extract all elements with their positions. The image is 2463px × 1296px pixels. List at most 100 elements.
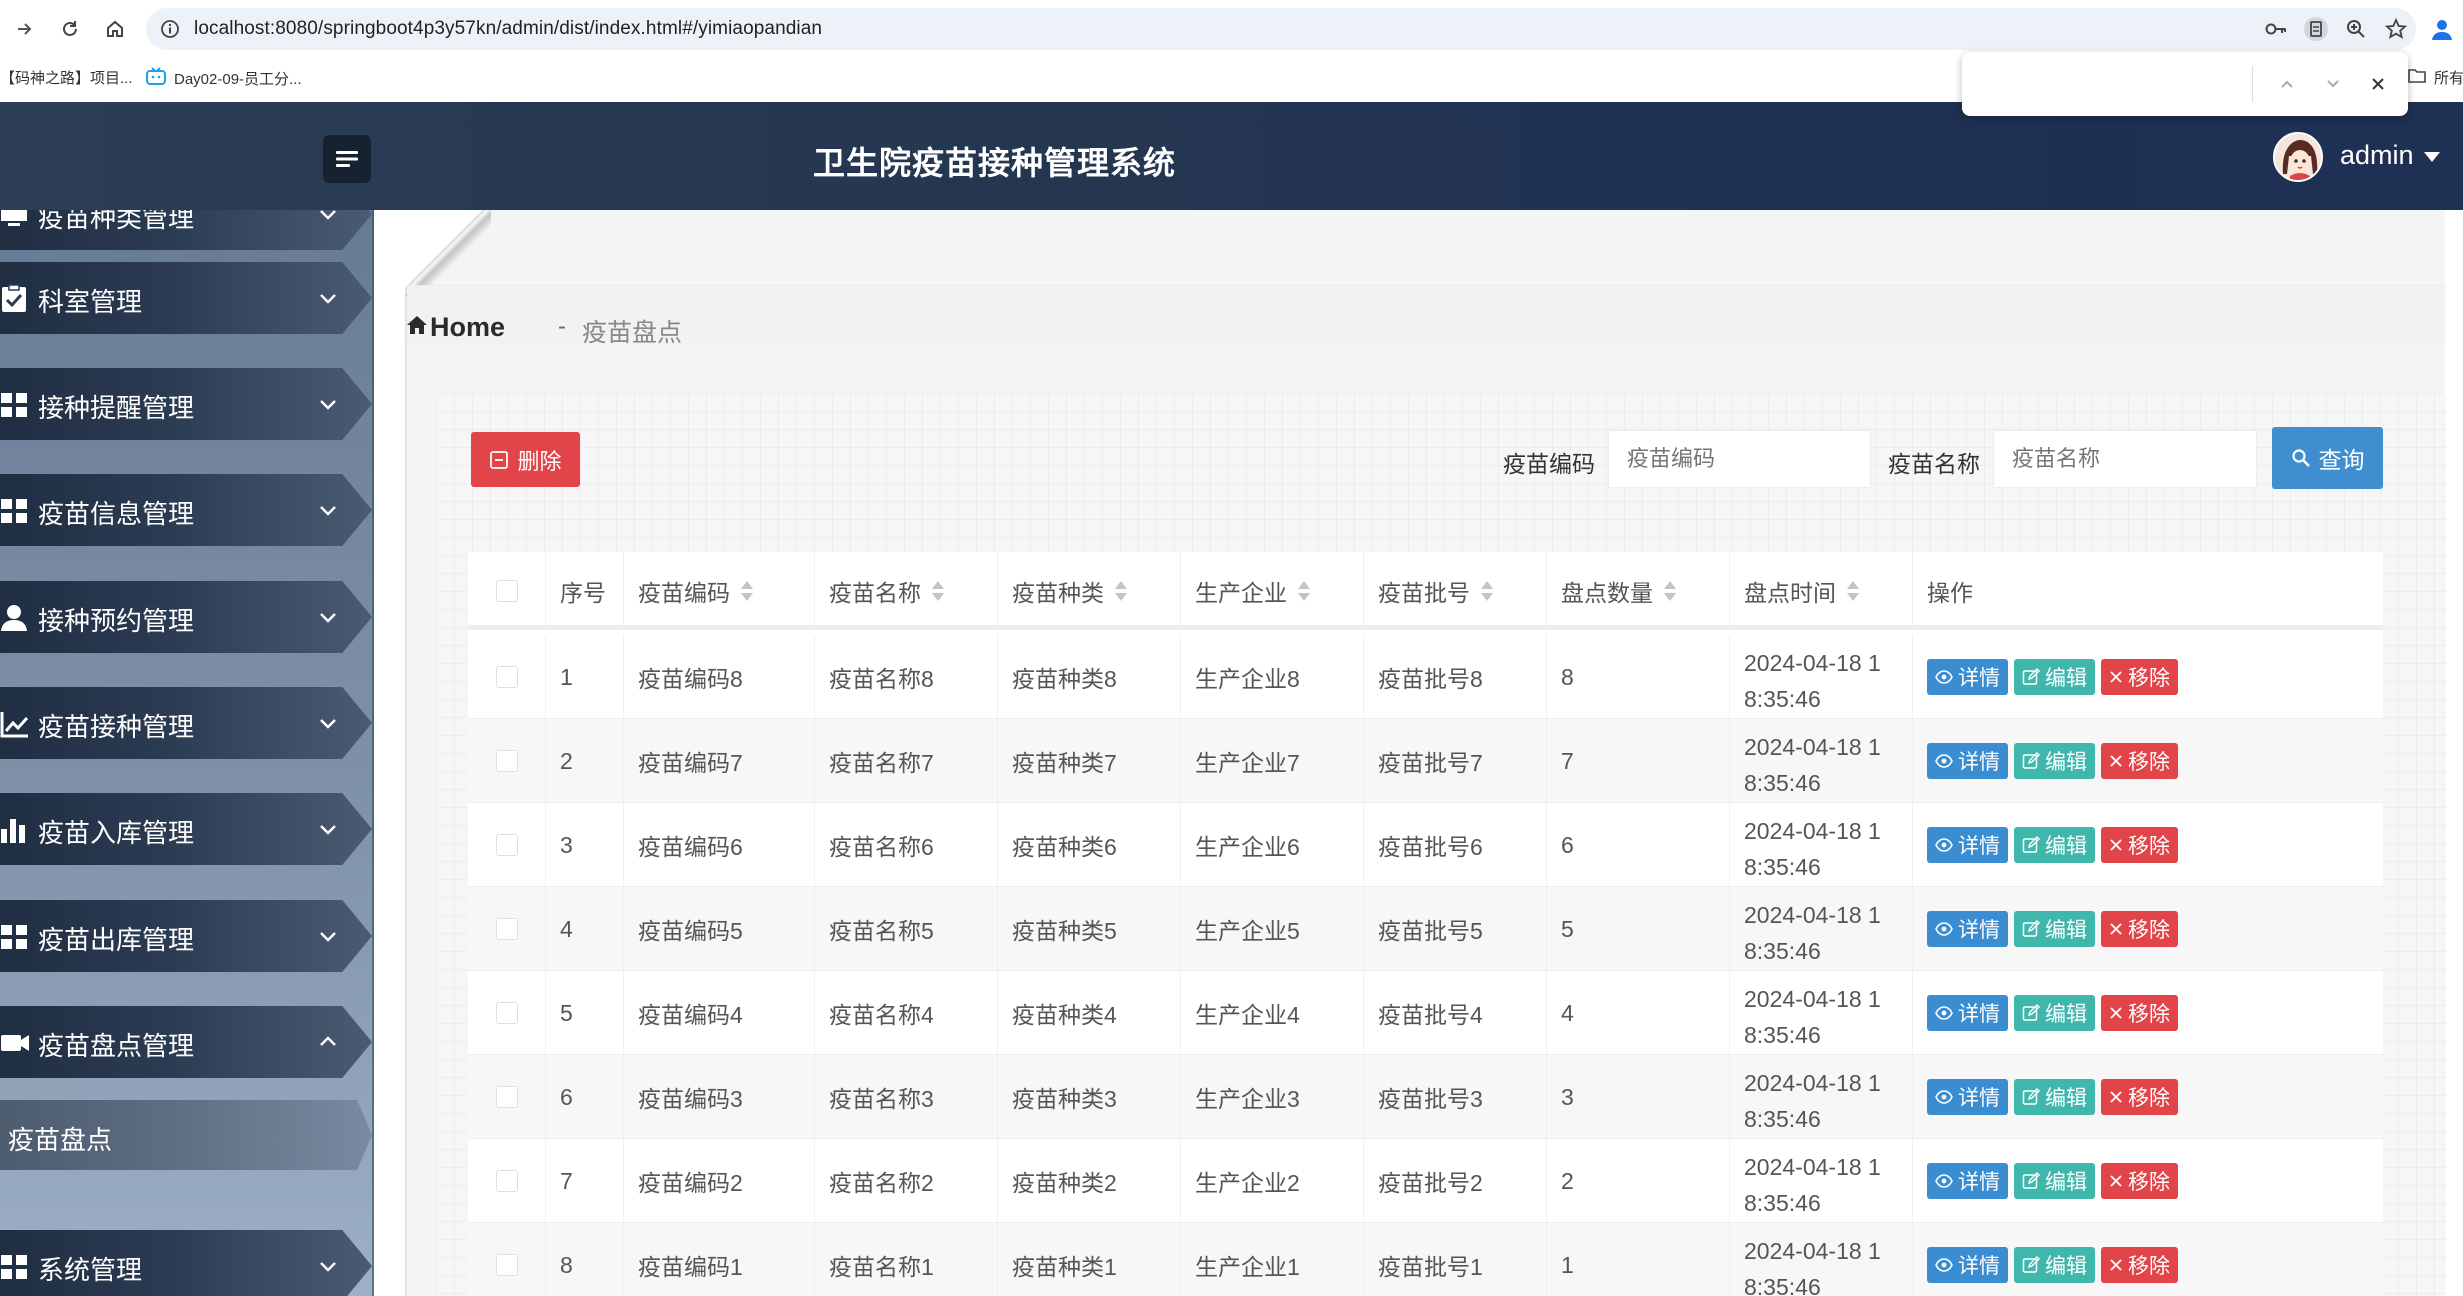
chevron-down-icon <box>320 825 336 835</box>
reload-icon[interactable] <box>55 14 85 44</box>
detail-button[interactable]: 详情 <box>1927 1163 2008 1199</box>
sidebar-item-stock-out[interactable]: 疫苗出库管理 <box>0 900 372 972</box>
sidebar-item-vaccination[interactable]: 疫苗接种管理 <box>0 687 372 759</box>
detail-button[interactable]: 详情 <box>1927 1079 2008 1115</box>
sidebar-item-vaccine-type[interactable]: 疫苗种类管理 <box>0 210 372 250</box>
sidebar-item-system[interactable]: 系统管理 <box>0 1230 372 1296</box>
col-header-type[interactable]: 疫苗种类 <box>998 552 1181 630</box>
vaccine-name-input[interactable] <box>1993 430 2257 488</box>
sort-icon[interactable] <box>1297 580 1311 602</box>
edit-button[interactable]: 编辑 <box>2014 659 2095 695</box>
row-checkbox[interactable] <box>495 1254 518 1276</box>
zoom-icon[interactable] <box>2336 8 2376 50</box>
row-checkbox[interactable] <box>495 1086 518 1108</box>
find-bar <box>1962 52 2408 116</box>
sort-icon[interactable] <box>931 580 945 602</box>
remove-button[interactable]: 移除 <box>2101 911 2178 947</box>
sort-icon[interactable] <box>740 580 754 602</box>
detail-button[interactable]: 详情 <box>1927 995 2008 1031</box>
detail-button[interactable]: 详情 <box>1927 911 2008 947</box>
col-header-batch[interactable]: 疫苗批号 <box>1364 552 1547 630</box>
avatar[interactable] <box>2273 132 2323 182</box>
breadcrumb-home[interactable]: Home <box>430 312 505 343</box>
select-all-checkbox[interactable] <box>495 580 518 602</box>
cell-time-line1: 2024-04-18 1 <box>1744 986 1881 1012</box>
sidebar-item-stock-in[interactable]: 疫苗入库管理 <box>0 793 372 865</box>
user-dropdown-caret-icon[interactable] <box>2424 152 2440 162</box>
remove-button-label: 移除 <box>2128 1171 2170 1194</box>
sort-icon[interactable] <box>1480 580 1494 602</box>
remove-button[interactable]: 移除 <box>2101 1247 2178 1283</box>
star-icon[interactable] <box>2376 8 2416 50</box>
bookmark-item[interactable]: 【码神之路】项目... <box>0 67 133 88</box>
translate-icon[interactable] <box>2296 8 2336 50</box>
bookmark-item[interactable]: Day02-09-员工分... <box>146 67 302 89</box>
vaccine-code-input[interactable] <box>1608 430 1871 488</box>
find-previous-icon[interactable] <box>2273 70 2301 98</box>
query-button[interactable]: 查询 <box>2272 427 2383 489</box>
remove-button[interactable]: 移除 <box>2101 827 2178 863</box>
detail-button[interactable]: 详情 <box>1927 1247 2008 1283</box>
sort-icon[interactable] <box>1846 580 1860 602</box>
delete-button-label: 删除 <box>517 448 562 474</box>
grid-icon <box>1 393 27 417</box>
eye-icon <box>1935 1258 1953 1272</box>
cell-company: 生产企业7 <box>1181 719 1364 803</box>
remove-button[interactable]: 移除 <box>2101 995 2178 1031</box>
col-header-time[interactable]: 盘点时间 <box>1730 552 1913 630</box>
profile-icon[interactable] <box>2429 16 2457 44</box>
sidebar-subitem-inventory[interactable]: 疫苗盘点 <box>0 1100 372 1170</box>
sidebar-item-appointment[interactable]: 接种预约管理 <box>0 581 372 653</box>
edit-button[interactable]: 编辑 <box>2014 1163 2095 1199</box>
col-header-name[interactable]: 疫苗名称 <box>815 552 998 630</box>
sort-icon[interactable] <box>1114 580 1128 602</box>
cell-type: 疫苗种类6 <box>998 803 1181 887</box>
sort-icon[interactable] <box>1663 580 1677 602</box>
sidebar-item-reminder[interactable]: 接种提醒管理 <box>0 368 372 440</box>
edit-button[interactable]: 编辑 <box>2014 1079 2095 1115</box>
close-icon <box>2109 838 2123 852</box>
col-header-quantity[interactable]: 盘点数量 <box>1547 552 1730 630</box>
key-icon[interactable] <box>2256 8 2296 50</box>
menu-toggle-button[interactable] <box>323 135 371 183</box>
cell-time-line1: 2024-04-18 1 <box>1744 650 1881 676</box>
sidebar-item-vaccine-info[interactable]: 疫苗信息管理 <box>0 474 372 546</box>
sidebar-item-label: 接种提醒管理 <box>38 393 195 423</box>
remove-button[interactable]: 移除 <box>2101 659 2178 695</box>
edit-button[interactable]: 编辑 <box>2014 1247 2095 1283</box>
col-header-code[interactable]: 疫苗编码 <box>624 552 815 630</box>
remove-button[interactable]: 移除 <box>2101 1079 2178 1115</box>
eye-icon <box>1935 1174 1953 1188</box>
delete-button[interactable]: 删除 <box>471 432 580 487</box>
edit-button[interactable]: 编辑 <box>2014 995 2095 1031</box>
row-checkbox[interactable] <box>495 750 518 772</box>
eye-icon <box>1935 922 1953 936</box>
row-checkbox[interactable] <box>495 1002 518 1024</box>
edit-button[interactable]: 编辑 <box>2014 911 2095 947</box>
edit-button[interactable]: 编辑 <box>2014 827 2095 863</box>
col-header-company[interactable]: 生产企业 <box>1181 552 1364 630</box>
edit-button[interactable]: 编辑 <box>2014 743 2095 779</box>
url-text[interactable]: localhost:8080/springboot4p3y57kn/admin/… <box>194 18 822 40</box>
row-checkbox[interactable] <box>495 834 518 856</box>
row-checkbox[interactable] <box>495 1170 518 1192</box>
detail-button-label: 详情 <box>1958 919 2000 942</box>
cell-name: 疫苗名称2 <box>815 1139 998 1223</box>
detail-button[interactable]: 详情 <box>1927 743 2008 779</box>
find-next-icon[interactable] <box>2319 70 2347 98</box>
home-icon[interactable] <box>100 14 130 44</box>
find-close-icon[interactable] <box>2364 70 2392 98</box>
detail-button[interactable]: 详情 <box>1927 659 2008 695</box>
detail-button[interactable]: 详情 <box>1927 827 2008 863</box>
user-name[interactable]: admin <box>2340 140 2414 171</box>
sidebar-item-department[interactable]: 科室管理 <box>0 262 372 334</box>
site-info-icon[interactable] <box>160 19 180 39</box>
row-checkbox[interactable] <box>495 666 518 688</box>
address-bar[interactable]: localhost:8080/springboot4p3y57kn/admin/… <box>146 8 2416 50</box>
sidebar-item-inventory[interactable]: 疫苗盘点管理 <box>0 1006 372 1078</box>
remove-button[interactable]: 移除 <box>2101 1163 2178 1199</box>
forward-icon[interactable] <box>10 14 40 44</box>
all-bookmarks[interactable]: 所有 <box>2408 67 2463 88</box>
remove-button[interactable]: 移除 <box>2101 743 2178 779</box>
row-checkbox[interactable] <box>495 918 518 940</box>
